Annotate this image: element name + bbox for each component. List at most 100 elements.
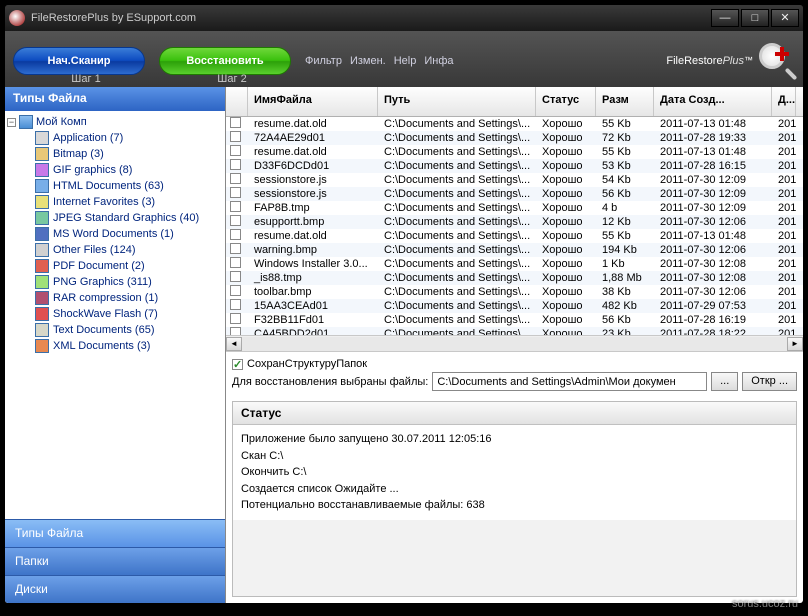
table-row[interactable]: resume.dat.oldC:\Documents and Settings\… — [226, 117, 803, 131]
cell-date: 2011-07-30 12:06 — [654, 216, 772, 228]
tree-root[interactable]: − Мой Комп — [7, 115, 223, 129]
row-checkbox[interactable] — [230, 327, 241, 335]
tree-item[interactable]: MS Word Documents (1) — [7, 226, 223, 242]
sidebar-tab-folders[interactable]: Папки — [5, 547, 225, 575]
brand-logo: FileRestorePlus™ — [666, 43, 795, 79]
cell-path: C:\Documents and Settings\... — [378, 314, 536, 326]
table-row[interactable]: F32BB11Fd01C:\Documents and Settings\...… — [226, 313, 803, 327]
table-row[interactable]: sessionstore.jsC:\Documents and Settings… — [226, 173, 803, 187]
close-button[interactable]: ✕ — [771, 9, 799, 27]
filetype-icon — [35, 243, 49, 257]
tree-item[interactable]: PDF Document (2) — [7, 258, 223, 274]
preserve-structure-label: СохранСтруктуруПапок — [247, 358, 367, 370]
row-checkbox[interactable] — [230, 117, 241, 128]
cell-date2: 201 — [772, 188, 796, 200]
preserve-structure-checkbox[interactable] — [232, 359, 243, 370]
file-types-tree[interactable]: − Мой Комп Application (7)Bitmap (3)GIF … — [5, 111, 225, 519]
table-row[interactable]: FAP8B.tmpC:\Documents and Settings\...Хо… — [226, 201, 803, 215]
cell-size: 194 Kb — [596, 244, 654, 256]
row-checkbox[interactable] — [230, 187, 241, 198]
row-checkbox[interactable] — [230, 201, 241, 212]
scroll-track[interactable] — [242, 337, 787, 351]
menu-help[interactable]: Help — [394, 55, 417, 67]
status-line: Создается список Ожидайте ... — [241, 481, 788, 498]
row-checkbox[interactable] — [230, 131, 241, 142]
step-1-label: Шаг 1 — [13, 73, 159, 85]
tree-item[interactable]: Internet Favorites (3) — [7, 194, 223, 210]
row-checkbox[interactable] — [230, 271, 241, 282]
tree-item[interactable]: Bitmap (3) — [7, 146, 223, 162]
tree-item[interactable]: Other Files (124) — [7, 242, 223, 258]
app-window: FileRestorePlus by ESupport.com — □ ✕ На… — [4, 4, 804, 604]
tree-item[interactable]: ShockWave Flash (7) — [7, 306, 223, 322]
maximize-button[interactable]: □ — [741, 9, 769, 27]
table-row[interactable]: warning.bmpC:\Documents and Settings\...… — [226, 243, 803, 257]
table-row[interactable]: 15AA3CEAd01C:\Documents and Settings\...… — [226, 299, 803, 313]
minimize-button[interactable]: — — [711, 9, 739, 27]
table-row[interactable]: D33F6DCDd01C:\Documents and Settings\...… — [226, 159, 803, 173]
cell-filename: sessionstore.js — [248, 174, 378, 186]
tree-item[interactable]: Text Documents (65) — [7, 322, 223, 338]
sidebar-tab-types[interactable]: Типы Файла — [5, 519, 225, 547]
col-filename[interactable]: ИмяФайла — [248, 87, 378, 116]
sidebar: Типы Файла − Мой Комп Application (7)Bit… — [5, 87, 225, 603]
col-date-created[interactable]: Дата Созд... — [654, 87, 772, 116]
table-row[interactable]: toolbar.bmpC:\Documents and Settings\...… — [226, 285, 803, 299]
tree-collapse-icon[interactable]: − — [7, 118, 16, 127]
tree-item[interactable]: XML Documents (3) — [7, 338, 223, 354]
row-checkbox[interactable] — [230, 243, 241, 254]
tree-item[interactable]: PNG Graphics (311) — [7, 274, 223, 290]
cell-status: Хорошо — [536, 230, 596, 242]
tree-item[interactable]: HTML Documents (63) — [7, 178, 223, 194]
table-row[interactable]: _is88.tmpC:\Documents and Settings\...Хо… — [226, 271, 803, 285]
tree-item[interactable]: GIF graphics (8) — [7, 162, 223, 178]
filetype-icon — [35, 147, 49, 161]
tree-item[interactable]: RAR compression (1) — [7, 290, 223, 306]
cell-size: 56 Kb — [596, 188, 654, 200]
cell-size: 55 Kb — [596, 146, 654, 158]
row-checkbox[interactable] — [230, 215, 241, 226]
row-checkbox[interactable] — [230, 173, 241, 184]
cell-filename: resume.dat.old — [248, 146, 378, 158]
filetype-icon — [35, 323, 49, 337]
path-more-button[interactable]: ... — [711, 372, 738, 391]
cell-status: Хорошо — [536, 328, 596, 335]
row-checkbox[interactable] — [230, 285, 241, 296]
horizontal-scrollbar[interactable]: ◄ ► — [226, 335, 803, 351]
table-row[interactable]: 72A4AE29d01C:\Documents and Settings\...… — [226, 131, 803, 145]
menu-info[interactable]: Инфа — [424, 55, 453, 67]
sidebar-tab-disks[interactable]: Диски — [5, 575, 225, 603]
tree-item[interactable]: JPEG Standard Graphics (40) — [7, 210, 223, 226]
cell-filename: Windows Installer 3.0... — [248, 258, 378, 270]
menu-filter[interactable]: Фильтр — [305, 55, 342, 67]
row-checkbox[interactable] — [230, 257, 241, 268]
start-scan-button[interactable]: Нач.Сканир — [13, 47, 145, 75]
browse-button[interactable]: Откр ... — [742, 372, 797, 391]
col-path[interactable]: Путь — [378, 87, 536, 116]
menu-edit[interactable]: Измен. — [350, 55, 386, 67]
row-checkbox[interactable] — [230, 313, 241, 324]
col-checkbox[interactable] — [226, 87, 248, 116]
titlebar[interactable]: FileRestorePlus by ESupport.com — □ ✕ — [5, 5, 803, 31]
col-size[interactable]: Разм — [596, 87, 654, 116]
tree-item-label: XML Documents (3) — [53, 340, 150, 352]
col-status[interactable]: Статус — [536, 87, 596, 116]
table-row[interactable]: Windows Installer 3.0...C:\Documents and… — [226, 257, 803, 271]
table-row[interactable]: resume.dat.oldC:\Documents and Settings\… — [226, 145, 803, 159]
table-row[interactable]: resume.dat.oldC:\Documents and Settings\… — [226, 229, 803, 243]
tree-item[interactable]: Application (7) — [7, 130, 223, 146]
row-checkbox[interactable] — [230, 299, 241, 310]
grid-body[interactable]: resume.dat.old C:\Documents and Settings\… — [226, 117, 803, 335]
table-row[interactable]: sessionstore.jsC:\Documents and Settings… — [226, 187, 803, 201]
row-checkbox[interactable] — [230, 229, 241, 240]
cell-date: 2011-07-30 12:08 — [654, 258, 772, 270]
table-row[interactable]: esupportt.bmpC:\Documents and Settings\.… — [226, 215, 803, 229]
row-checkbox[interactable] — [230, 145, 241, 156]
row-checkbox[interactable] — [230, 159, 241, 170]
scroll-left-button[interactable]: ◄ — [226, 337, 242, 351]
scroll-right-button[interactable]: ► — [787, 337, 803, 351]
restore-path-input[interactable] — [432, 372, 707, 391]
restore-button[interactable]: Восстановить — [159, 47, 291, 75]
col-date2[interactable]: Д... — [772, 87, 796, 116]
table-row[interactable]: CA45BDD2d01C:\Documents and Settings\...… — [226, 327, 803, 335]
